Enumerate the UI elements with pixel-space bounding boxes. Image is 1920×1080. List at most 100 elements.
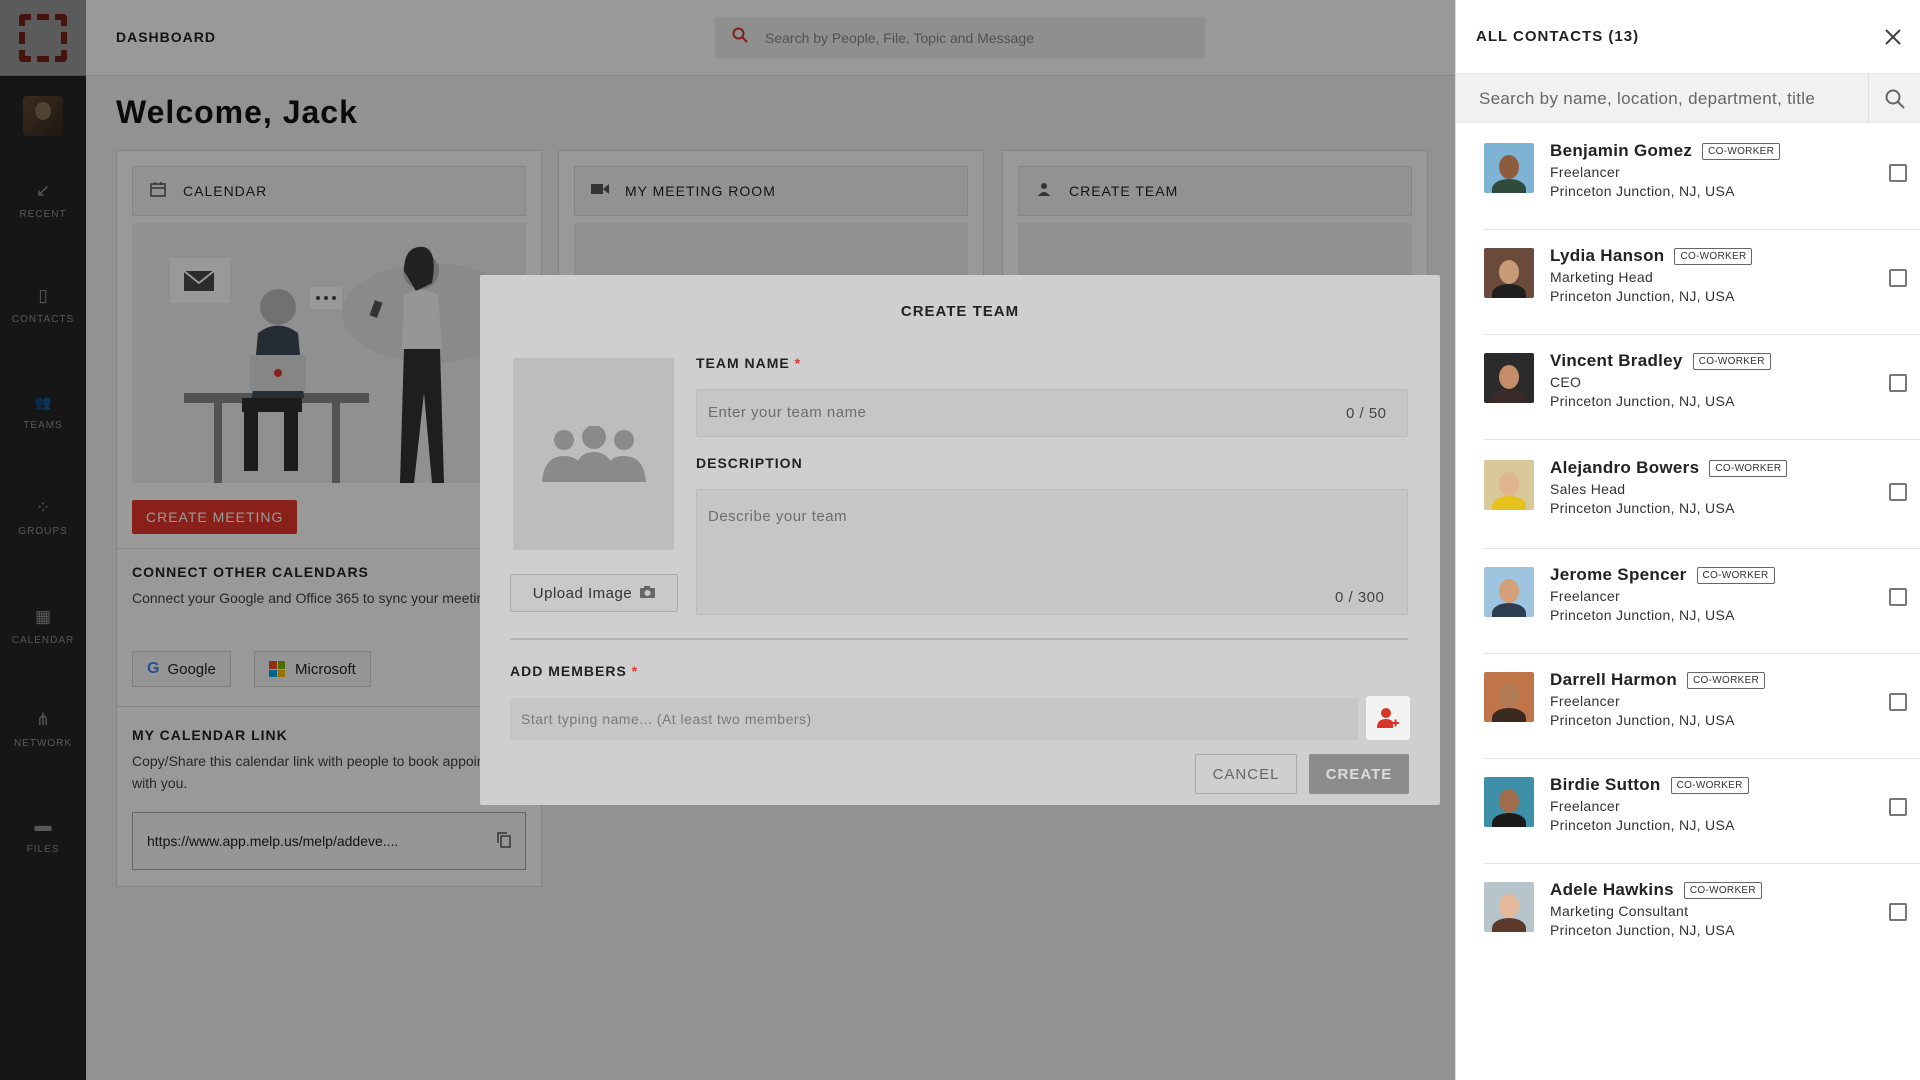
avatar-face xyxy=(1499,789,1519,813)
contact-item[interactable]: Lydia Hanson CO-WORKER Marketing Head Pri… xyxy=(1484,230,1920,335)
team-name-label-text: TEAM NAME xyxy=(696,355,790,371)
avatar-body xyxy=(1492,496,1526,510)
contact-name-text: Darrell Harmon xyxy=(1550,670,1678,689)
team-name-label: TEAM NAME * xyxy=(696,355,801,371)
contacts-panel-title: ALL CONTACTS (13) xyxy=(1476,28,1640,45)
contact-avatar xyxy=(1484,460,1534,510)
create-button[interactable]: CREATE xyxy=(1309,754,1409,794)
contact-item[interactable]: Alejandro Bowers CO-WORKER Sales Head Pri… xyxy=(1484,440,1920,549)
upload-image-label: Upload Image xyxy=(532,584,633,602)
add-member-button[interactable] xyxy=(1366,696,1410,740)
description-label: DESCRIPTION xyxy=(696,455,803,471)
contact-name: Darrell Harmon CO-WORKER xyxy=(1550,670,1766,690)
contact-role: Marketing Consultant xyxy=(1550,903,1689,919)
contact-name-text: Vincent Bradley xyxy=(1550,351,1683,370)
avatar-body xyxy=(1492,603,1526,617)
avatar-body xyxy=(1492,918,1526,932)
contact-name: Benjamin Gomez CO-WORKER xyxy=(1550,141,1781,161)
contact-name: Birdie Sutton CO-WORKER xyxy=(1550,775,1749,795)
upload-image-button[interactable]: Upload Image xyxy=(510,574,678,612)
contact-location: Princeton Junction, NJ, USA xyxy=(1550,922,1735,938)
coworker-badge: CO-WORKER xyxy=(1702,143,1781,160)
coworker-badge: CO-WORKER xyxy=(1696,567,1775,584)
contact-checkbox[interactable] xyxy=(1889,588,1907,606)
modal-title: CREATE TEAM xyxy=(900,303,1020,320)
contact-item[interactable]: Birdie Sutton CO-WORKER Freelancer Prince… xyxy=(1484,759,1920,864)
add-members-label-text: ADD MEMBERS xyxy=(510,663,627,679)
sidebar-backdrop xyxy=(0,0,86,1080)
cancel-button[interactable]: CANCEL xyxy=(1195,754,1297,794)
close-icon[interactable] xyxy=(1878,22,1908,52)
team-name-input[interactable]: Enter your team name xyxy=(696,389,1408,437)
contact-checkbox[interactable] xyxy=(1889,483,1907,501)
avatar-body xyxy=(1492,708,1526,722)
contact-item[interactable]: Vincent Bradley CO-WORKER CEO Princeton J… xyxy=(1484,335,1920,440)
contact-checkbox[interactable] xyxy=(1889,693,1907,711)
contact-name: Lydia Hanson CO-WORKER xyxy=(1550,246,1753,266)
description-textarea[interactable]: Describe your team xyxy=(696,489,1408,615)
contact-role: Sales Head xyxy=(1550,481,1626,497)
contact-location: Princeton Junction, NJ, USA xyxy=(1550,817,1735,833)
add-members-input[interactable]: Start typing name... (At least two membe… xyxy=(510,698,1358,740)
contact-location: Princeton Junction, NJ, USA xyxy=(1550,712,1735,728)
contact-item[interactable]: Adele Hawkins CO-WORKER Marketing Consult… xyxy=(1484,864,1920,969)
contact-item[interactable]: Benjamin Gomez CO-WORKER Freelancer Princ… xyxy=(1484,125,1920,230)
coworker-badge: CO-WORKER xyxy=(1687,672,1766,689)
description-counter: 0 / 300 xyxy=(1335,589,1385,606)
contact-role: CEO xyxy=(1550,374,1582,390)
coworker-badge: CO-WORKER xyxy=(1674,248,1753,265)
contact-item[interactable]: Jerome Spencer CO-WORKER Freelancer Princ… xyxy=(1484,549,1920,654)
contact-location: Princeton Junction, NJ, USA xyxy=(1550,393,1735,409)
team-image-placeholder[interactable] xyxy=(513,358,674,550)
contact-role: Freelancer xyxy=(1550,798,1620,814)
contact-name-text: Jerome Spencer xyxy=(1550,565,1687,584)
avatar-body xyxy=(1492,284,1526,298)
coworker-badge: CO-WORKER xyxy=(1709,460,1788,477)
group-icon xyxy=(541,426,646,482)
contact-name-text: Alejandro Bowers xyxy=(1550,458,1700,477)
contact-avatar xyxy=(1484,882,1534,932)
contact-avatar xyxy=(1484,248,1534,298)
contact-name: Jerome Spencer CO-WORKER xyxy=(1550,565,1775,585)
avatar-body xyxy=(1492,813,1526,827)
team-name-placeholder: Enter your team name xyxy=(708,404,867,421)
coworker-badge: CO-WORKER xyxy=(1683,882,1762,899)
contacts-search[interactable]: Search by name, location, department, ti… xyxy=(1456,73,1920,124)
contact-name-text: Benjamin Gomez xyxy=(1550,141,1693,160)
contact-checkbox[interactable] xyxy=(1889,374,1907,392)
contact-name-text: Adele Hawkins xyxy=(1550,880,1674,899)
contact-name: Alejandro Bowers CO-WORKER xyxy=(1550,458,1788,478)
description-placeholder: Describe your team xyxy=(708,508,848,525)
create-team-modal: CREATE TEAM Upload Image TEAM NAME * Ent… xyxy=(480,275,1440,805)
avatar-face xyxy=(1499,155,1519,179)
contact-name: Adele Hawkins CO-WORKER xyxy=(1550,880,1762,900)
avatar-face xyxy=(1499,260,1519,284)
team-name-counter: 0 / 50 xyxy=(1346,405,1387,422)
contact-checkbox[interactable] xyxy=(1889,798,1907,816)
contact-name: Vincent Bradley CO-WORKER xyxy=(1550,351,1771,371)
contact-role: Freelancer xyxy=(1550,693,1620,709)
contact-avatar xyxy=(1484,567,1534,617)
contact-item[interactable]: Darrell Harmon CO-WORKER Freelancer Princ… xyxy=(1484,654,1920,759)
contact-location: Princeton Junction, NJ, USA xyxy=(1550,607,1735,623)
contact-role: Freelancer xyxy=(1550,588,1620,604)
contact-checkbox[interactable] xyxy=(1889,164,1907,182)
contact-avatar xyxy=(1484,143,1534,193)
contact-name-text: Lydia Hanson xyxy=(1550,246,1665,265)
contact-name-text: Birdie Sutton xyxy=(1550,775,1661,794)
coworker-badge: CO-WORKER xyxy=(1670,777,1749,794)
contact-location: Princeton Junction, NJ, USA xyxy=(1550,288,1735,304)
required-marker: * xyxy=(631,663,639,679)
contact-role: Marketing Head xyxy=(1550,269,1654,285)
contact-role: Freelancer xyxy=(1550,164,1620,180)
contact-location: Princeton Junction, NJ, USA xyxy=(1550,183,1735,199)
avatar-face xyxy=(1499,894,1519,918)
contact-checkbox[interactable] xyxy=(1889,903,1907,921)
contacts-search-placeholder: Search by name, location, department, ti… xyxy=(1479,89,1816,108)
avatar-body xyxy=(1492,179,1526,193)
coworker-badge: CO-WORKER xyxy=(1692,353,1771,370)
contact-checkbox[interactable] xyxy=(1889,269,1907,287)
avatar-face xyxy=(1499,684,1519,708)
search-icon[interactable] xyxy=(1868,74,1920,124)
contact-avatar xyxy=(1484,353,1534,403)
